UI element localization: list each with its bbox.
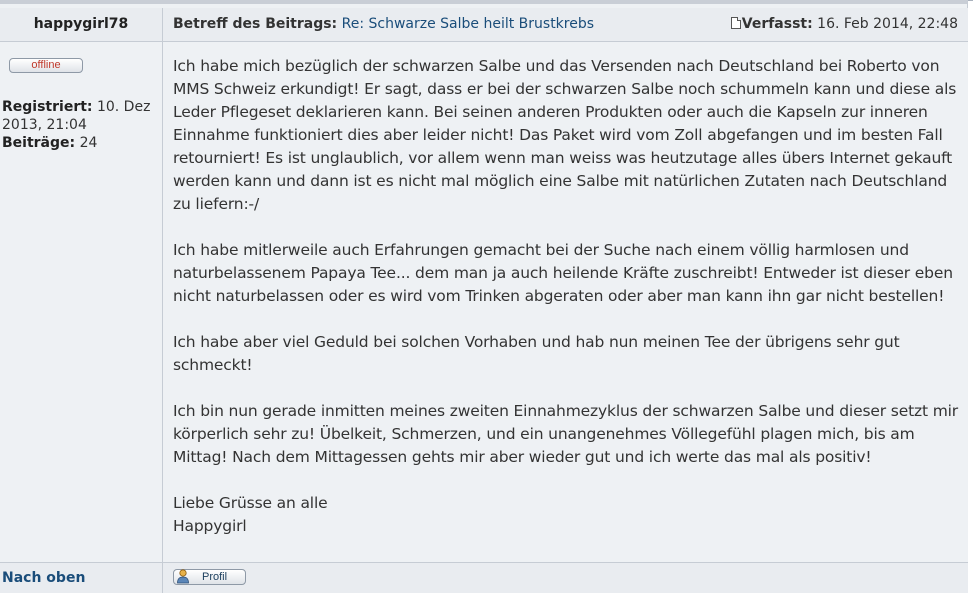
subject-line: Betreff des Beitrags: Re: Schwarze Salbe… [173, 8, 594, 41]
profile-info: Registriert: 10. Dez 2013, 21:04 Beiträg… [2, 98, 160, 152]
post-subject-cell: Betreff des Beitrags: Re: Schwarze Salbe… [163, 8, 968, 41]
subject-label: Betreff des Beitrags: [173, 16, 338, 32]
post-body: offline Registriert: 10. Dez 2013, 21:04… [0, 42, 968, 563]
signature-line: Happygirl [173, 517, 247, 535]
posts-label: Beiträge: [2, 135, 76, 151]
subject-link[interactable]: Re: Schwarze Salbe heilt Brustkrebs [342, 16, 594, 32]
profile-button-label: Profil [202, 571, 228, 583]
message-paragraph: Ich habe mitlerweile auch Erfahrungen ge… [173, 241, 953, 305]
posts-value: 24 [79, 135, 98, 151]
back-to-top-link[interactable]: Nach oben [2, 570, 85, 586]
post-container: happygirl78 Betreff des Beitrags: Re: Sc… [0, 0, 968, 593]
posted-date: 16. Feb 2014, 22:48 [817, 16, 958, 32]
posted-label: Verfasst: [741, 16, 813, 32]
posted-line: Verfasst: 16. Feb 2014, 22:48 [730, 8, 958, 41]
registered-label: Registriert: [2, 99, 93, 115]
document-icon[interactable] [730, 17, 741, 29]
message-paragraph: Ich habe mich bezüglich der schwarzen Sa… [173, 57, 957, 213]
greeting-line: Liebe Grüsse an alle [173, 494, 328, 512]
message-paragraph: Ich habe aber viel Geduld bei solchen Vo… [173, 333, 900, 374]
message-greeting: Liebe Grüsse an alle Happygirl [173, 492, 963, 538]
author-name[interactable]: happygirl78 [0, 8, 163, 41]
author-profile: offline Registriert: 10. Dez 2013, 21:04… [0, 42, 163, 562]
post-header: happygirl78 Betreff des Beitrags: Re: Sc… [0, 8, 968, 42]
message-cell: Ich habe mich bezüglich der schwarzen Sa… [163, 42, 968, 562]
message-text: Ich habe mich bezüglich der schwarzen Sa… [173, 55, 963, 538]
user-icon [177, 569, 189, 584]
message-paragraph: Ich bin nun gerade inmitten meines zweit… [173, 402, 959, 466]
profile-button[interactable]: Profil [173, 569, 246, 585]
status-badge: offline [9, 58, 83, 73]
